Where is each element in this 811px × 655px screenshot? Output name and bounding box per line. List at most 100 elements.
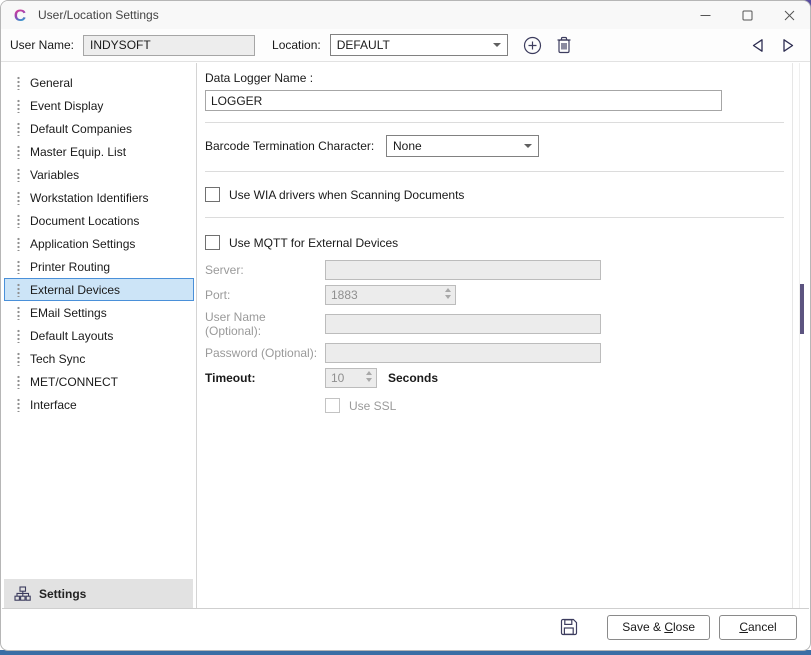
sidebar-item-met-connect[interactable]: MET/CONNECT	[4, 370, 194, 393]
location-value: DEFAULT	[337, 38, 390, 52]
drag-grip-icon	[17, 306, 20, 320]
arrow-left-icon	[751, 38, 764, 53]
arrow-right-icon	[782, 38, 795, 53]
location-select[interactable]: DEFAULT	[330, 34, 508, 56]
sidebar-item-master-equip-list[interactable]: Master Equip. List	[4, 140, 194, 163]
sidebar-item-label: EMail Settings	[30, 306, 107, 320]
barcode-termination-value: None	[393, 139, 422, 153]
add-circle-icon	[523, 36, 542, 55]
sidebar-item-label: Default Companies	[30, 122, 132, 136]
sidebar-item-label: Master Equip. List	[30, 145, 126, 159]
sidebar-item-tech-sync[interactable]: Tech Sync	[4, 347, 194, 370]
spin-down-icon	[445, 295, 451, 299]
sidebar-item-document-locations[interactable]: Document Locations	[4, 209, 194, 232]
sidebar-item-label: Variables	[30, 168, 79, 182]
mqtt-password-input	[325, 343, 601, 363]
timeout-spinner	[366, 371, 372, 382]
save-and-close-button[interactable]: Save & Close	[607, 615, 710, 640]
chevron-down-icon	[493, 43, 501, 47]
sidebar-item-label: MET/CONNECT	[30, 375, 118, 389]
settings-sidebar: General Event Display Default Companies …	[3, 63, 197, 609]
section-divider	[205, 122, 784, 123]
drag-grip-icon	[17, 214, 20, 228]
bottom-action-bar: Save & Close Cancel	[2, 608, 809, 645]
sidebar-item-application-settings[interactable]: Application Settings	[4, 232, 194, 255]
sidebar-item-label: General	[30, 76, 73, 90]
mqtt-password-row: Password (Optional):	[205, 343, 784, 363]
sidebar-item-interface[interactable]: Interface	[4, 393, 194, 416]
maximize-button[interactable]	[726, 1, 768, 29]
data-logger-name-label: Data Logger Name :	[205, 71, 784, 85]
mqtt-enable-checkbox[interactable]	[205, 235, 220, 250]
server-label: Server:	[205, 263, 325, 277]
chevron-down-icon	[524, 144, 532, 148]
next-record-button[interactable]	[779, 35, 798, 56]
port-label: Port:	[205, 288, 325, 302]
delete-location-button[interactable]	[553, 33, 575, 57]
location-label: Location:	[272, 38, 321, 52]
drag-grip-icon	[17, 76, 20, 90]
save-button[interactable]	[560, 618, 578, 636]
external-devices-panel: Data Logger Name : Barcode Termination C…	[198, 63, 793, 609]
app-logo-icon: C	[11, 6, 29, 24]
previous-record-button[interactable]	[748, 35, 767, 56]
window-controls	[684, 1, 810, 29]
drag-grip-icon	[17, 99, 20, 113]
scrollbar-track[interactable]	[799, 63, 805, 609]
sidebar-item-label: External Devices	[30, 283, 120, 297]
drag-grip-icon	[17, 283, 20, 297]
ssl-row: Use SSL	[205, 398, 784, 413]
close-button[interactable]	[768, 1, 810, 29]
drag-grip-icon	[17, 375, 20, 389]
barcode-termination-label: Barcode Termination Character:	[205, 139, 386, 153]
toolbar: User Name: Location: DEFAULT	[1, 29, 810, 62]
sidebar-item-external-devices[interactable]: External Devices	[4, 278, 194, 301]
sidebar-item-workstation-identifiers[interactable]: Workstation Identifiers	[4, 186, 194, 209]
add-location-button[interactable]	[520, 33, 545, 58]
spin-up-icon	[445, 288, 451, 292]
sidebar-item-general[interactable]: General	[4, 71, 194, 94]
sidebar-list: General Event Display Default Companies …	[3, 63, 196, 579]
sidebar-item-label: Printer Routing	[30, 260, 110, 274]
timeout-label: Timeout:	[205, 371, 325, 385]
org-chart-icon	[14, 586, 31, 602]
sidebar-item-label: Tech Sync	[30, 352, 85, 366]
port-input	[325, 285, 456, 305]
sidebar-item-label: Event Display	[30, 99, 103, 113]
drag-grip-icon	[17, 329, 20, 343]
spin-up-icon	[366, 371, 372, 375]
drag-grip-icon	[17, 122, 20, 136]
timeout-units-label: Seconds	[388, 371, 438, 385]
sidebar-footer-label: Settings	[39, 587, 86, 601]
mqtt-username-input	[325, 314, 601, 334]
user-name-field[interactable]	[83, 35, 255, 56]
sidebar-item-label: Application Settings	[30, 237, 135, 251]
ssl-checkbox	[325, 398, 340, 413]
mqtt-section: Use MQTT for External Devices Server: Po…	[205, 235, 784, 413]
sidebar-footer-settings[interactable]: Settings	[4, 579, 193, 609]
port-spinner	[445, 288, 451, 299]
ssl-label: Use SSL	[349, 399, 396, 413]
user-location-settings-window: C User/Location Settings User Name: Loca…	[0, 0, 811, 651]
sidebar-item-label: Interface	[30, 398, 77, 412]
mqtt-enable-row: Use MQTT for External Devices	[205, 235, 784, 250]
scrollbar-thumb[interactable]	[800, 284, 804, 334]
wia-drivers-checkbox[interactable]	[205, 187, 220, 202]
mqtt-password-label: Password (Optional):	[205, 346, 325, 360]
user-name-label: User Name:	[10, 38, 74, 52]
sidebar-item-event-display[interactable]: Event Display	[4, 94, 194, 117]
mqtt-username-row: User Name (Optional):	[205, 310, 784, 338]
port-row: Port:	[205, 285, 784, 305]
sidebar-item-default-companies[interactable]: Default Companies	[4, 117, 194, 140]
sidebar-item-variables[interactable]: Variables	[4, 163, 194, 186]
barcode-termination-select[interactable]: None	[386, 135, 539, 157]
sidebar-item-email-settings[interactable]: EMail Settings	[4, 301, 194, 324]
cancel-button[interactable]: Cancel	[719, 615, 797, 640]
data-logger-name-input[interactable]	[205, 90, 722, 111]
sidebar-item-default-layouts[interactable]: Default Layouts	[4, 324, 194, 347]
barcode-termination-row: Barcode Termination Character: None	[205, 135, 784, 157]
sidebar-item-printer-routing[interactable]: Printer Routing	[4, 255, 194, 278]
floppy-save-icon	[560, 618, 578, 636]
drag-grip-icon	[17, 168, 20, 182]
minimize-button[interactable]	[684, 1, 726, 29]
